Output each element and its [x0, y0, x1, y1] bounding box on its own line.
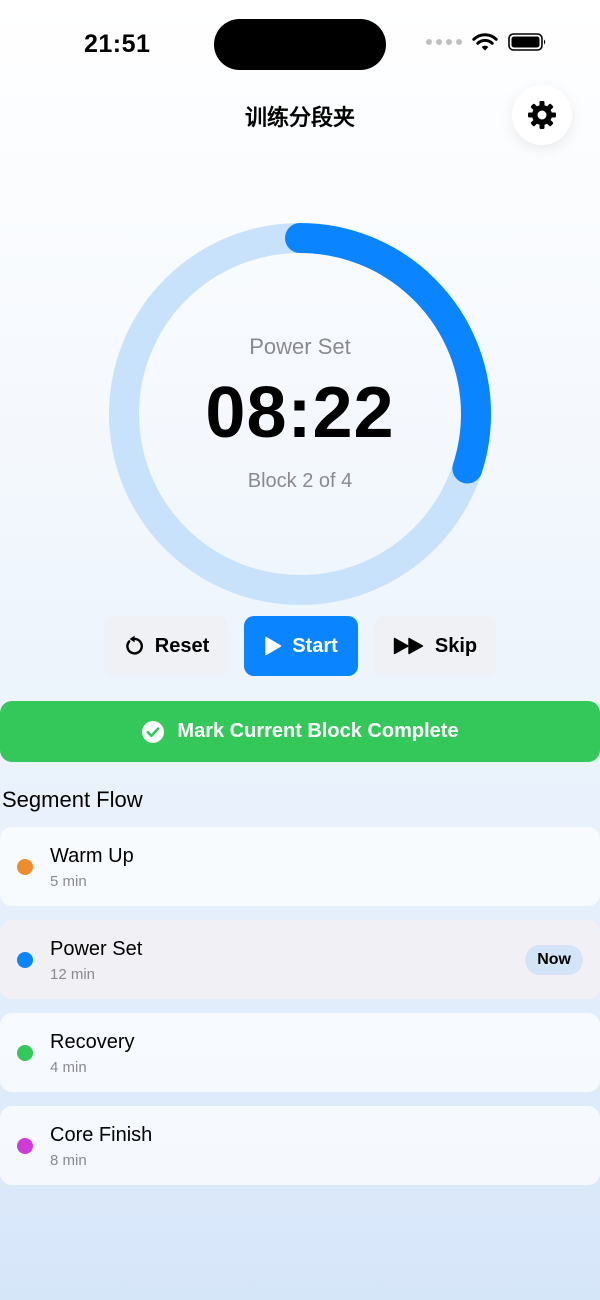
segment-duration: 4 min — [50, 1059, 87, 1076]
segment-color-dot — [17, 1045, 33, 1061]
skip-label: Skip — [434, 634, 478, 657]
segment-duration: 8 min — [50, 1152, 87, 1169]
segment-duration: 5 min — [50, 873, 87, 890]
status-icons — [426, 32, 548, 52]
start-label: Start — [292, 634, 338, 657]
segment-color-dot — [17, 1138, 33, 1154]
segment-row-power-set[interactable]: Power Set 12 min Now — [0, 920, 600, 999]
now-badge: Now — [525, 945, 583, 975]
reset-label: Reset — [154, 634, 210, 657]
segment-name: Recovery — [50, 1031, 135, 1053]
fast-forward-icon — [393, 637, 424, 655]
mark-complete-button[interactable]: Mark Current Block Complete — [0, 701, 600, 762]
dynamic-island — [214, 19, 386, 70]
timer-ring: Power Set 08:22 Block 2 of 4 — [108, 222, 492, 606]
segment-row-recovery[interactable]: Recovery 4 min — [0, 1013, 600, 1092]
status-time: 21:51 — [84, 30, 151, 58]
reset-button[interactable]: Reset — [104, 616, 228, 676]
gear-icon — [528, 101, 556, 129]
segment-row-warm-up[interactable]: Warm Up 5 min — [0, 827, 600, 906]
wifi-icon — [472, 33, 498, 51]
play-icon — [265, 636, 282, 656]
timer-controls: Reset Start Skip — [0, 616, 600, 676]
segment-color-dot — [17, 952, 33, 968]
segment-name: Power Set — [50, 938, 143, 960]
mark-complete-label: Mark Current Block Complete — [177, 720, 459, 742]
time-remaining: 08:22 — [205, 373, 395, 453]
segment-row-core-finish[interactable]: Core Finish 8 min — [0, 1106, 600, 1185]
current-segment-name: Power Set — [249, 334, 351, 359]
cellular-signal-icon — [426, 39, 462, 45]
segment-name: Warm Up — [50, 845, 134, 867]
segment-duration: 12 min — [50, 966, 96, 983]
segment-flow-title: Segment Flow — [2, 787, 143, 812]
segment-name: Core Finish — [50, 1124, 153, 1146]
checkmark-circle-icon — [142, 720, 165, 743]
reset-icon — [125, 635, 143, 655]
page-title: 训练分段夹 — [244, 106, 355, 131]
status-bar: 21:51 — [0, 0, 600, 90]
settings-button[interactable] — [512, 85, 572, 145]
block-counter: Block 2 of 4 — [247, 470, 353, 492]
segment-color-dot — [17, 859, 33, 875]
battery-icon — [508, 33, 546, 51]
start-button[interactable]: Start — [244, 616, 358, 676]
skip-button[interactable]: Skip — [374, 616, 496, 676]
